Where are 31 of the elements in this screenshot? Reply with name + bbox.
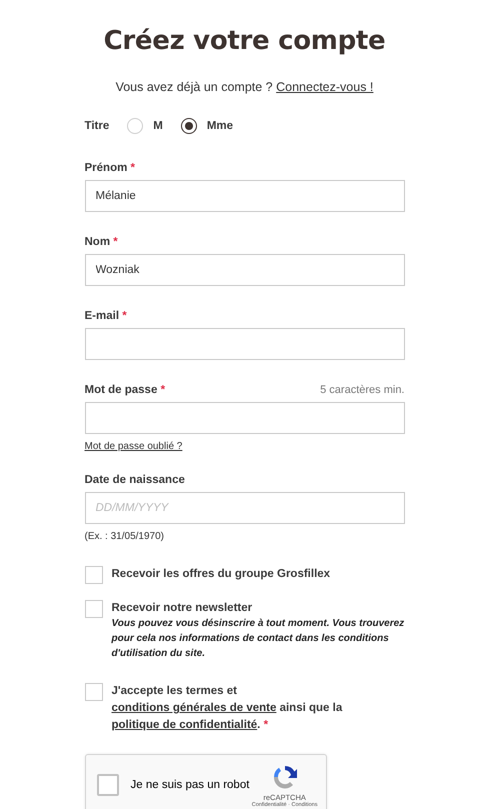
checkbox[interactable]: [84, 683, 102, 701]
field-label: Prénom *: [84, 162, 136, 174]
terms-label: J'accepte les termes et conditions générales de vente ainsi que la politique de confidentialité. *: [112, 684, 344, 733]
input-field[interactable]: [84, 328, 404, 360]
field-hint: 5 caractères min.: [320, 384, 404, 396]
terms-link[interactable]: conditions générales de vente: [112, 702, 276, 714]
terms-link[interactable]: politique de confidentialité: [112, 719, 258, 731]
field-label: E-mail *: [84, 310, 127, 322]
input-field[interactable]: [84, 402, 404, 434]
input-field[interactable]: DD/MM/YYYY: [84, 492, 404, 524]
field-label: Date de naissance: [84, 474, 185, 486]
input-field[interactable]: Wozniak: [84, 254, 404, 286]
checkbox-label: Recevoir les offres du groupe Grosfillex: [112, 567, 330, 582]
title-label: Titre: [84, 120, 110, 132]
login-prompt: Vous avez déjà un compte ? Connectez-vous !: [116, 80, 374, 94]
checkbox-label: Recevoir notre newsletter: [112, 601, 254, 616]
captcha-label: Je ne suis pas un robot: [130, 779, 250, 791]
checkbox[interactable]: [84, 600, 102, 618]
login-link[interactable]: Connectez-vous !: [276, 80, 374, 94]
radio-button[interactable]: [180, 118, 197, 134]
forgot-password-link[interactable]: Mot de passe oublié ?: [84, 441, 182, 452]
input-field[interactable]: Mélanie: [84, 180, 404, 212]
checkbox[interactable]: [84, 566, 102, 584]
newsletter-note: Vous pouvez vous désinscrire à tout moment. Vous trouverez pour cela nos informations de contact dans les conditions d'utilisation du site.: [112, 617, 404, 661]
field-label: Nom *: [84, 236, 118, 248]
field-label: Mot de passe *: [84, 384, 166, 396]
captcha-checkbox[interactable]: [96, 774, 118, 796]
page-title: Créez votre compte: [104, 26, 386, 56]
radio-label[interactable]: M: [153, 120, 163, 132]
radio-label[interactable]: Mme: [206, 120, 234, 132]
field-help: (Ex. : 31/05/1970): [84, 531, 165, 542]
